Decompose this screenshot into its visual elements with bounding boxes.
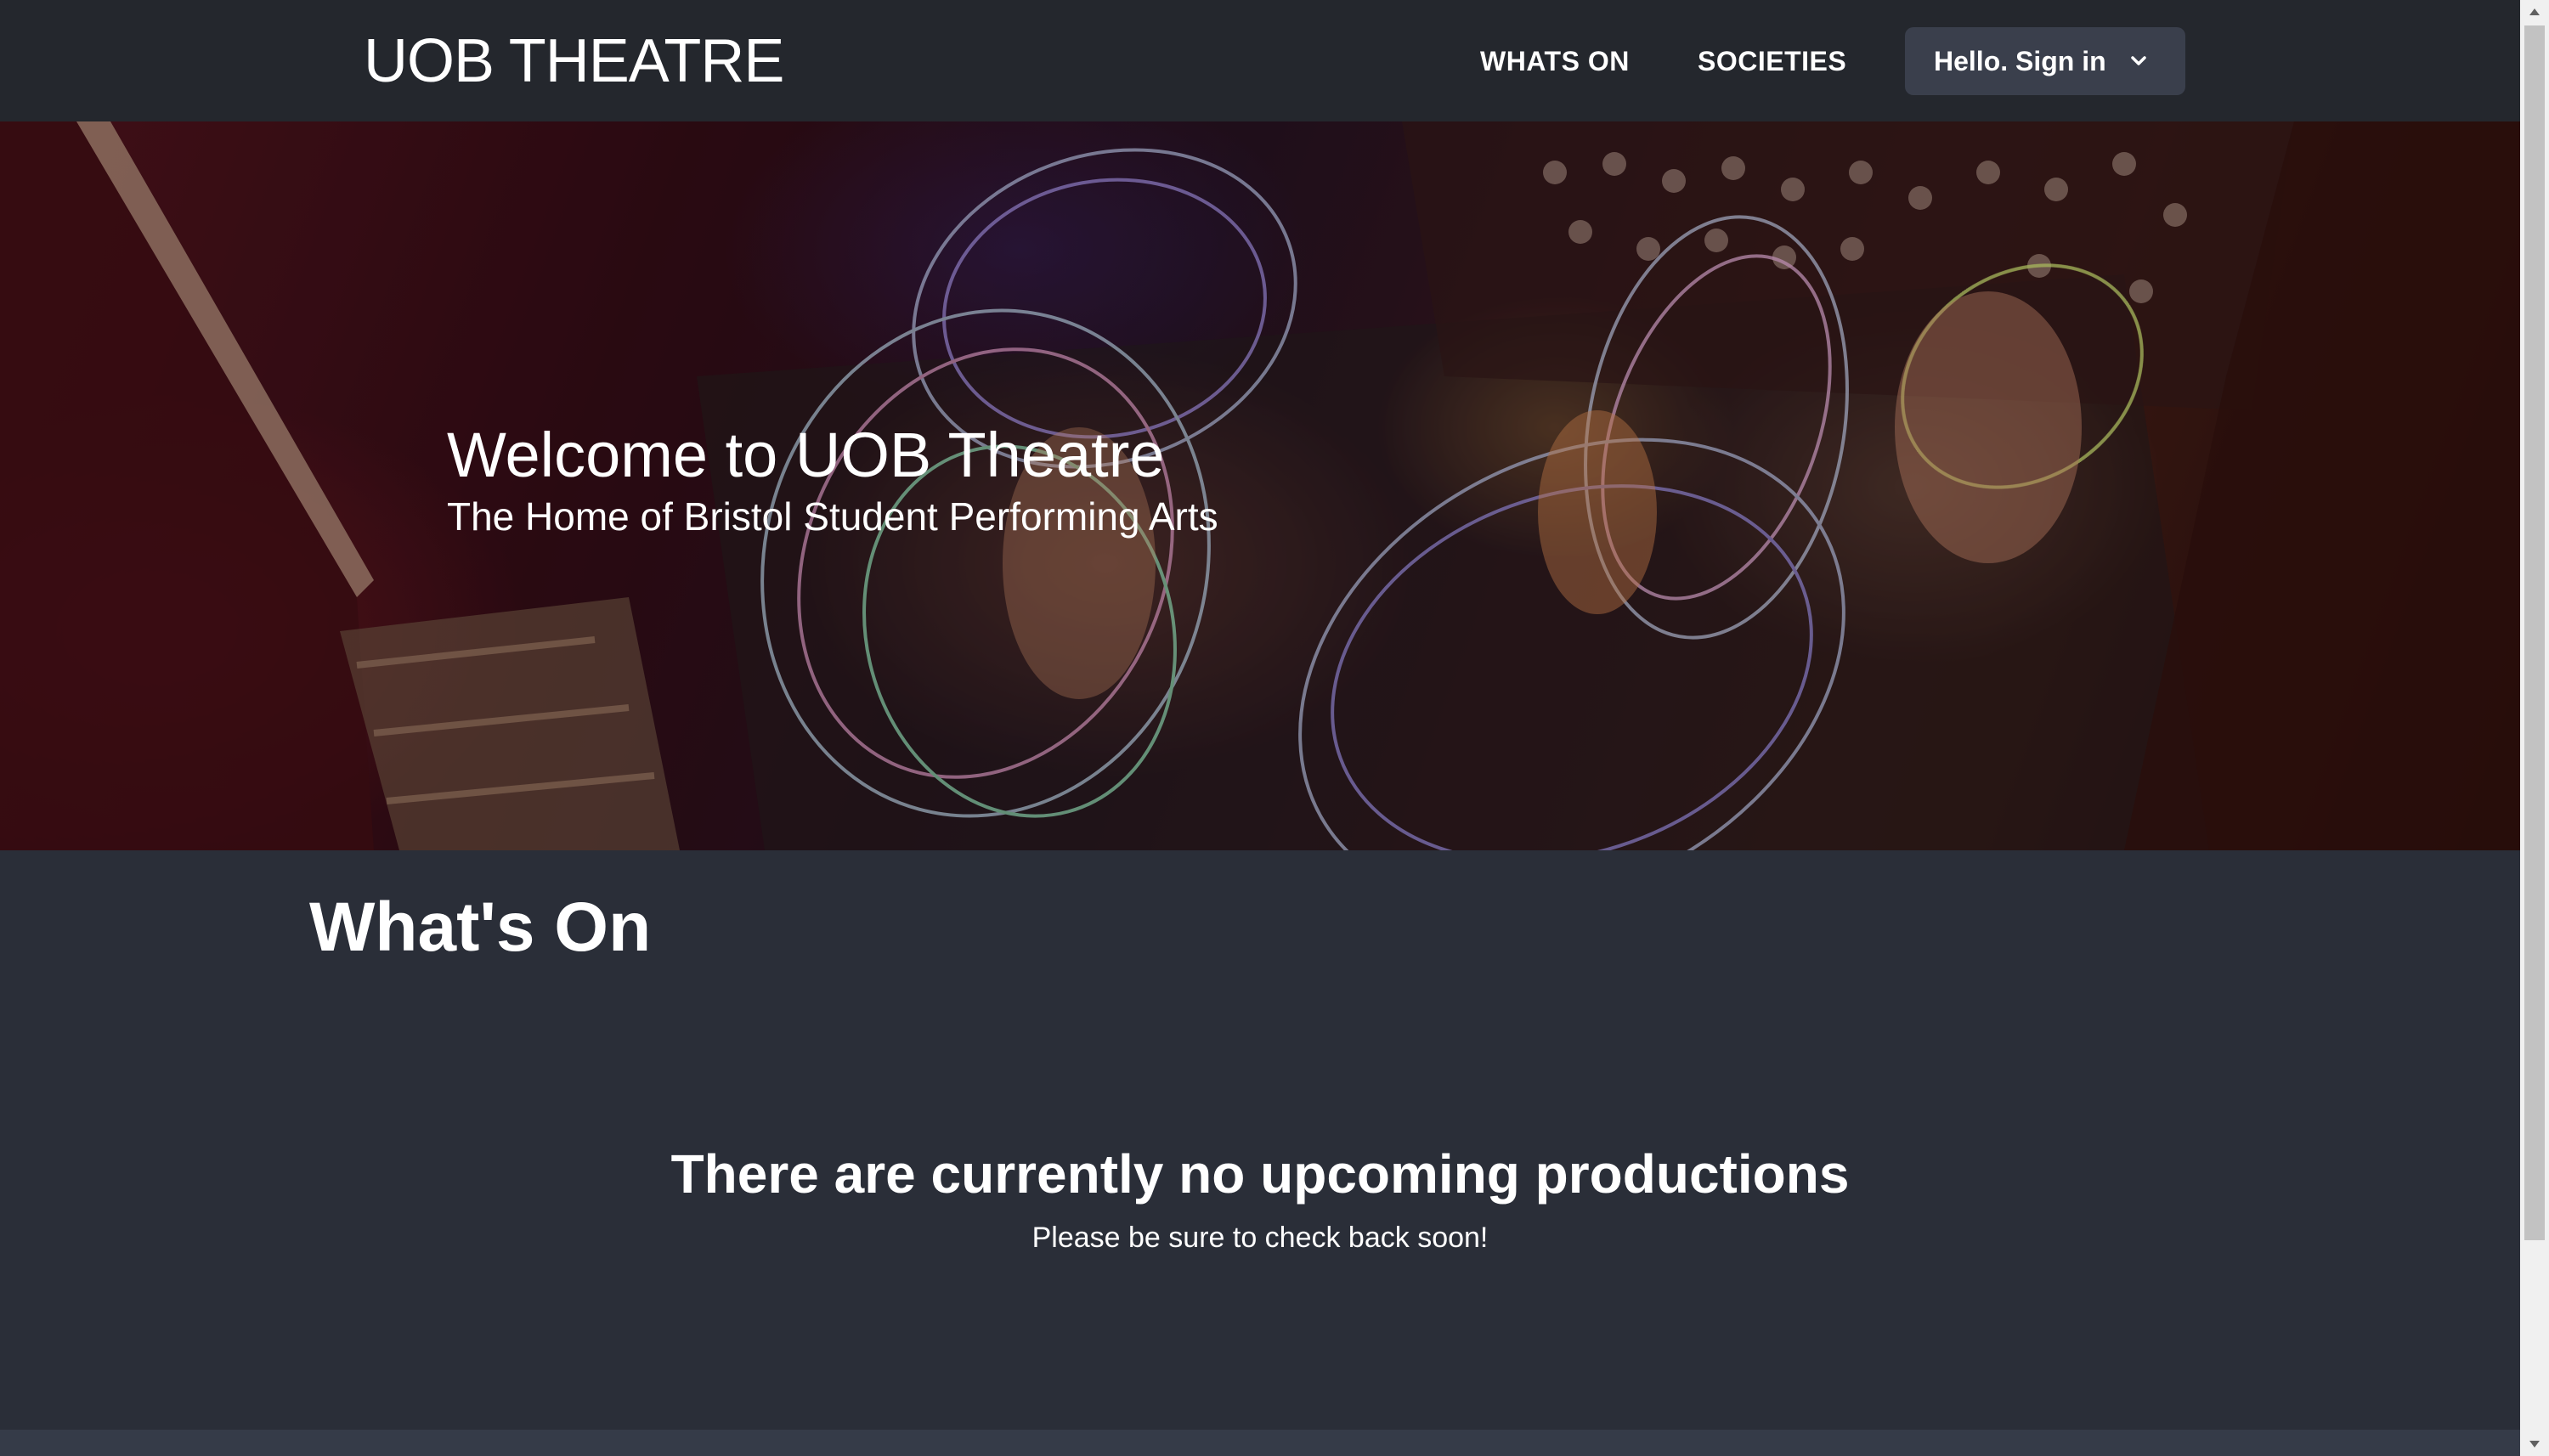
scrollbar-thumb[interactable] bbox=[2524, 25, 2545, 1240]
page: UOB THEATRE WHATS ON SOCIETIES Hello. Si… bbox=[0, 0, 2520, 1456]
sign-in-label: Hello. Sign in bbox=[1934, 45, 2106, 76]
navbar: UOB THEATRE WHATS ON SOCIETIES Hello. Si… bbox=[0, 0, 2520, 121]
hero-title: Welcome to UOB Theatre bbox=[447, 420, 1165, 490]
hero-overlay bbox=[0, 121, 2520, 850]
sign-in-dropdown-button[interactable]: Hello. Sign in bbox=[1905, 27, 2185, 95]
check-back-message: Please be sure to check back soon! bbox=[1031, 1222, 1489, 1254]
hero-subtitle: The Home of Bristol Student Performing A… bbox=[447, 494, 1218, 539]
scroll-down-arrow-icon[interactable] bbox=[2520, 1432, 2549, 1456]
hero-banner: Welcome to UOB Theatre The Home of Brist… bbox=[0, 121, 2520, 850]
chevron-down-icon bbox=[2128, 51, 2149, 71]
site-logo[interactable]: UOB THEATRE bbox=[364, 25, 784, 97]
scroll-up-arrow-icon[interactable] bbox=[2520, 0, 2549, 24]
nav-link-societies[interactable]: SOCIETIES bbox=[1698, 42, 1846, 80]
vertical-scrollbar[interactable] bbox=[2520, 0, 2549, 1456]
whats-on-heading: What's On bbox=[309, 889, 652, 966]
nav-link-whats-on[interactable]: WHATS ON bbox=[1480, 42, 1630, 80]
footer bbox=[0, 1430, 2520, 1456]
no-productions-message: There are currently no upcoming producti… bbox=[670, 1143, 1850, 1205]
